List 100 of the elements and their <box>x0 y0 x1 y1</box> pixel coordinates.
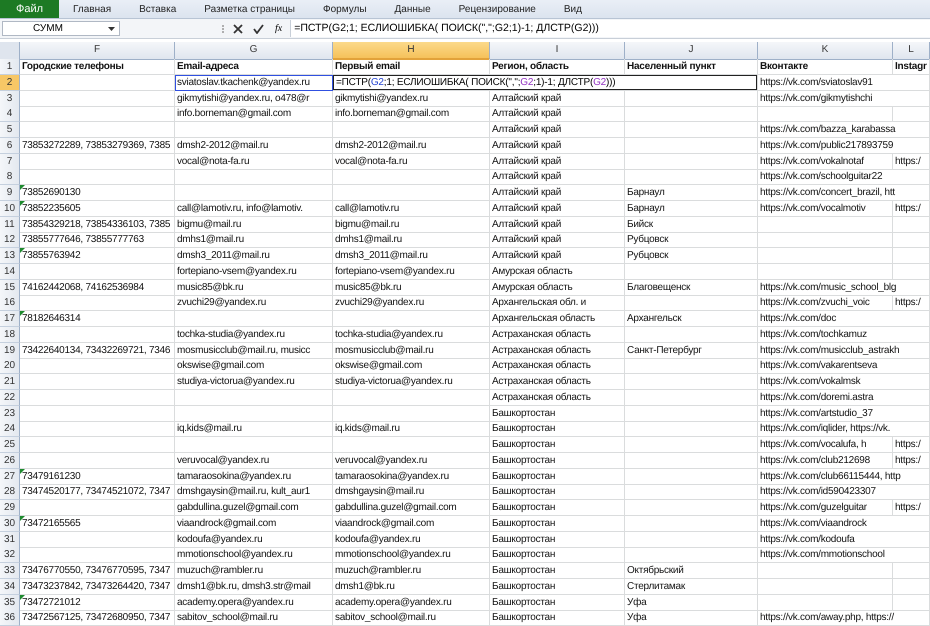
ribbon-tab[interactable]: Вставка <box>125 0 190 18</box>
row-number[interactable]: 6 <box>0 138 20 154</box>
table-cell: https:/ <box>893 500 930 516</box>
row-number[interactable]: 16 <box>0 295 20 312</box>
empty-cell <box>893 106 930 122</box>
table-cell: https://vk.com/doc <box>758 311 930 327</box>
row-number[interactable]: 31 <box>0 532 20 548</box>
table-cell: https://vk.com/doremi.astra <box>758 390 930 406</box>
table-cell: muzuch@rambler.ru <box>333 563 490 579</box>
row-number[interactable]: 32 <box>0 547 20 564</box>
table-cell: Алтайский край <box>490 216 625 232</box>
column-header[interactable]: L <box>893 42 930 60</box>
table-cell: 73474520177, 73474521072, 7347 <box>20 484 175 500</box>
row-number[interactable]: 27 <box>0 468 20 484</box>
empty-cell <box>893 232 930 248</box>
row-number[interactable]: 24 <box>0 421 20 438</box>
table-cell: https://vk.com/gikmytishchi <box>758 90 930 106</box>
column-header[interactable]: H <box>333 42 490 60</box>
table-cell: 73473237842, 73473264420, 7347 <box>20 578 175 595</box>
row-number[interactable]: 28 <box>0 484 20 500</box>
ribbon-tab[interactable]: Разметка страницы <box>190 0 309 18</box>
column-header[interactable]: F <box>20 42 175 60</box>
insert-function-button[interactable]: fx <box>271 23 286 34</box>
row-number[interactable]: 29 <box>0 500 20 516</box>
table-cell: Барнаул <box>625 200 758 217</box>
row-number[interactable]: 25 <box>0 437 20 453</box>
row-number[interactable]: 5 <box>0 122 20 138</box>
table-cell: https://vk.com/club212698 <box>758 452 893 469</box>
check-icon[interactable] <box>253 24 264 34</box>
row-number[interactable]: 14 <box>0 264 20 280</box>
table-cell: Алтайский край <box>490 122 625 138</box>
name-box[interactable]: СУММ <box>2 21 120 36</box>
table-cell: tamaraosokina@yandex.ru <box>333 468 490 484</box>
table-cell: 74162442068, 74162536984 <box>20 280 175 296</box>
row-number[interactable]: 18 <box>0 326 20 343</box>
table-cell: mosmusicclub@mail.ru <box>333 342 490 358</box>
row-number[interactable]: 4 <box>0 106 20 122</box>
table-cell: Архангельская обл. и <box>490 295 625 312</box>
column-header[interactable]: J <box>625 42 758 60</box>
table-cell: Уфа <box>625 594 758 610</box>
row-number[interactable]: 35 <box>0 594 20 610</box>
table-cell: 73476770550, 73476770595, 7347 <box>20 563 175 579</box>
row-number[interactable]: 7 <box>0 154 20 170</box>
row-number[interactable]: 10 <box>0 200 20 217</box>
row-number[interactable]: 36 <box>0 610 20 626</box>
cancel-icon[interactable] <box>233 24 243 34</box>
column-header[interactable]: K <box>758 42 893 60</box>
row-number[interactable]: 21 <box>0 374 20 390</box>
row-number[interactable]: 11 <box>0 216 20 232</box>
table-cell: 73472567125, 73472680950, 7347 <box>20 610 175 626</box>
empty-cell <box>893 563 930 579</box>
row-number[interactable]: 15 <box>0 280 20 296</box>
table-cell: Астраханская область <box>490 358 625 374</box>
cell-editor[interactable]: =ПСТР(G2;1; ЕСЛИОШИБКА( ПОИСК(",";G2;1)-1; ДЛСТР(G2))) <box>333 74 757 90</box>
file-tab[interactable]: Файл <box>0 0 60 18</box>
ribbon-tab[interactable]: Формулы <box>309 0 381 18</box>
table-cell: Башкортостан <box>490 594 625 610</box>
row-number[interactable]: 9 <box>0 185 20 201</box>
ribbon-tab[interactable]: Рецензирование <box>444 0 550 18</box>
table-cell: tamaraosokina@yandex.ru <box>175 468 333 484</box>
row-number[interactable]: 20 <box>0 358 20 374</box>
ribbon-tab[interactable]: Главная <box>59 0 126 18</box>
table-cell: kodoufa@yandex.ru <box>333 532 490 548</box>
table-cell: bigmu@mail.ru <box>175 216 333 232</box>
table-cell: fortepiano-vsem@yandex.ru <box>175 264 333 280</box>
row-number[interactable]: 17 <box>0 311 20 327</box>
table-cell: 73852690130 <box>20 185 175 201</box>
table-cell: studiya-victorua@yandex.ru <box>333 374 490 390</box>
table-cell: Башкортостан <box>490 484 625 500</box>
ribbon-tab[interactable]: Вид <box>550 0 596 18</box>
table-cell: Алтайский край <box>490 169 625 186</box>
row-number[interactable]: 3 <box>0 90 20 106</box>
table-cell: call@lamotiv.ru <box>333 200 490 217</box>
row-number[interactable]: 33 <box>0 563 20 579</box>
table-cell: https://vk.com/tochkamuz <box>758 326 930 343</box>
table-cell: https://vk.com/concert_brazil, htt <box>758 185 930 201</box>
column-header[interactable]: I <box>490 42 625 60</box>
column-header[interactable]: G <box>175 42 333 60</box>
table-cell: sviatoslav.tkachenk@yandex.ru <box>175 74 333 91</box>
row-number[interactable]: 1 <box>0 59 20 75</box>
table-cell: Башкортостан <box>490 452 625 469</box>
ribbon-tab[interactable]: Данные <box>380 0 445 18</box>
row-number[interactable]: 30 <box>0 516 20 532</box>
table-cell: viaandrock@gmail.com <box>175 516 333 532</box>
table-cell: https://vk.com/sviatoslav91 <box>758 74 930 91</box>
row-number[interactable]: 34 <box>0 578 20 595</box>
row-number[interactable]: 2 <box>0 74 20 91</box>
row-number[interactable]: 22 <box>0 390 20 406</box>
row-number[interactable]: 13 <box>0 248 20 264</box>
row-number[interactable]: 12 <box>0 232 20 248</box>
formula-input[interactable]: =ПСТР(G2;1; ЕСЛИОШИБКА( ПОИСК(",";G2;1)-1; ДЛСТР(G2))) <box>290 20 930 37</box>
table-cell: academy.opera@yandex.ru <box>175 594 333 610</box>
row-number[interactable]: 8 <box>0 169 20 186</box>
table-cell: dmsh1@bk.ru <box>333 578 490 595</box>
row-number[interactable]: 26 <box>0 452 20 469</box>
table-cell: 73472165565 <box>20 516 175 532</box>
row-number[interactable]: 19 <box>0 342 20 358</box>
table-cell: https://vk.com/music_school_blg <box>758 280 930 296</box>
row-number[interactable]: 23 <box>0 406 20 422</box>
table-cell: info.borneman@gmail.com <box>333 106 490 122</box>
